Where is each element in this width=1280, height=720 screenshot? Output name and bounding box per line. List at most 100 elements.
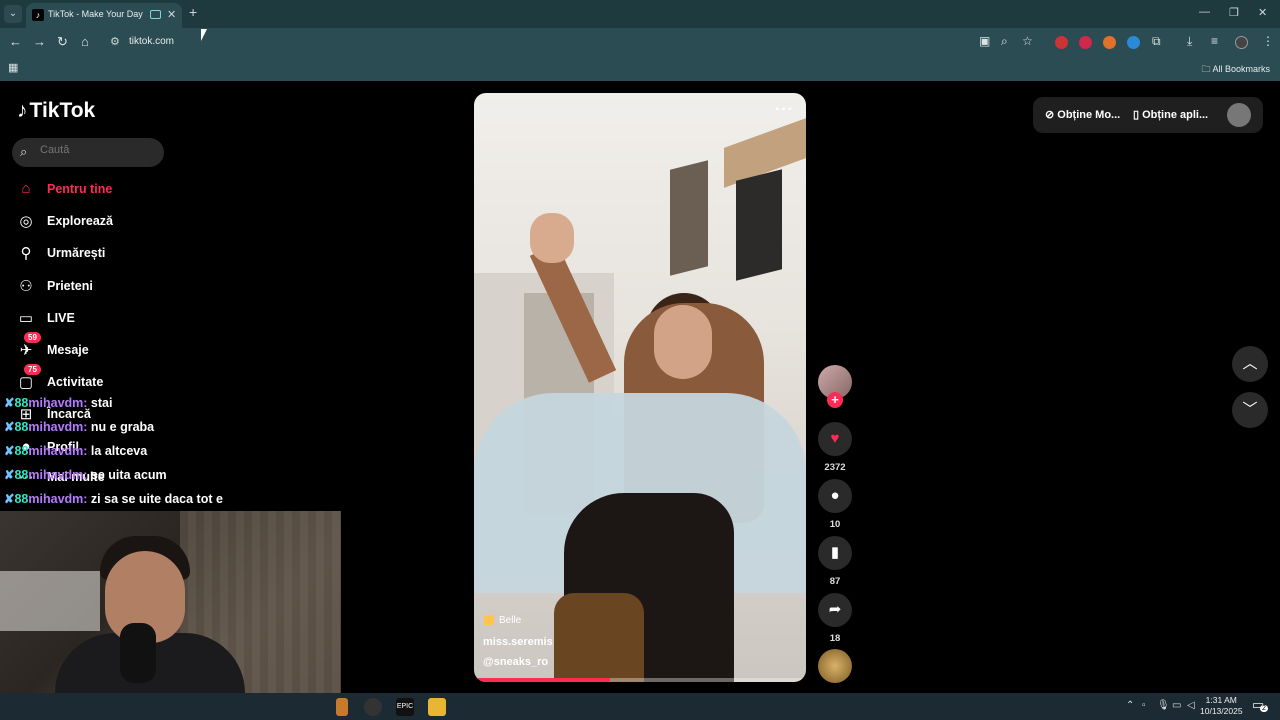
url-text[interactable]: tiktok.com <box>129 36 174 47</box>
search-icon: ⌕ <box>20 144 28 159</box>
tray-chevron-icon[interactable]: ⌃ <box>1126 700 1134 711</box>
media-playing-icon[interactable] <box>150 10 161 19</box>
zoom-icon[interactable]: ⌕ <box>1001 34 1008 49</box>
tray-app-icon[interactable]: ▫ <box>1142 700 1146 711</box>
extension-calendar-icon[interactable] <box>1055 36 1068 49</box>
tab-search-button[interactable]: ⌄ <box>4 5 22 23</box>
user-avatar[interactable] <box>1227 103 1251 127</box>
follow-plus-icon[interactable]: + <box>827 392 843 408</box>
heart-icon[interactable]: ♥ <box>818 422 852 456</box>
new-tab-button[interactable]: + <box>189 4 197 20</box>
microphone-icon[interactable]: 🎙 <box>1157 700 1170 711</box>
sidebar-item-friends[interactable]: ⚇ Prieteni <box>16 276 166 300</box>
site-info-icon[interactable]: ⚙ <box>110 35 120 48</box>
close-tab-icon[interactable]: ✕ <box>167 8 176 21</box>
compass-icon: ◎ <box>19 213 33 230</box>
get-app-bar: ⊘ Obține Mo... ▯ Obține apli... <box>1033 97 1263 133</box>
next-video-button[interactable]: ﹀ <box>1232 392 1268 428</box>
notification-center-icon[interactable]: ▭ 2 <box>1252 697 1268 713</box>
epic-games-icon[interactable]: EPIC <box>396 698 414 716</box>
effect-tag[interactable]: Belle <box>484 615 521 626</box>
windows-taskbar: EPIC ⌃ ▫ 🎙 ▭ ◁ 1:31 AM 10/13/2025 ▭ 2 <box>0 693 1280 720</box>
restore-button[interactable]: ❐ <box>1229 6 1239 19</box>
logo-text: TikTok <box>29 99 96 122</box>
like-action[interactable]: ♥ 2372 <box>818 422 852 473</box>
file-explorer-icon[interactable] <box>428 698 446 716</box>
more-options-icon[interactable]: ··· <box>775 101 794 119</box>
video-player[interactable]: ··· Belle miss.seremis @sneaks_ro <box>474 93 806 682</box>
network-icon[interactable]: ▭ <box>1172 700 1181 711</box>
taskbar-app-icon[interactable] <box>336 698 348 716</box>
apps-grid-icon[interactable]: ▦ <box>8 61 18 74</box>
chat-message: ✘88mihavdm: stai <box>4 395 112 415</box>
cast-icon[interactable]: ▣ <box>979 34 990 48</box>
get-coins-button[interactable]: ⊘ Obține Mo... <box>1045 108 1120 121</box>
close-window-button[interactable]: ✕ <box>1258 6 1267 19</box>
chat-message: ✘88mihavdm: zi sa se uite daca tot e <box>4 491 223 511</box>
comment-action[interactable]: ● 10 <box>818 479 852 530</box>
tiktok-logo[interactable]: ♪TikTok <box>17 99 95 123</box>
browser-toolbar: ← → ↻ ⌂ ⚙ tiktok.com ▣ ⌕ ☆ ⧉ ⤓ ≡ ⋮ <box>0 28 1280 56</box>
friends-icon: ⚇ <box>19 278 33 295</box>
menu-dots-icon[interactable]: ⋮ <box>1262 34 1274 48</box>
sidebar-item-label: LIVE <box>47 311 75 325</box>
sidebar-item-live[interactable]: ▭ LIVE <box>16 308 166 332</box>
media-controls-icon[interactable]: ≡ <box>1211 34 1218 48</box>
comment-icon[interactable]: ● <box>818 479 852 513</box>
sidebar-item-for-you[interactable]: ⌂ Pentru tine <box>16 179 166 203</box>
home-icon: ⌂ <box>21 180 31 197</box>
all-bookmarks[interactable]: 🗀 All Bookmarks <box>1201 62 1270 78</box>
video-caption[interactable]: @sneaks_ro <box>483 656 548 668</box>
sidebar-item-messages[interactable]: ✈ 59 Mesaje <box>16 332 166 364</box>
moderator-badge-icon: ✘ <box>4 396 15 410</box>
share-icon[interactable]: ➦ <box>818 593 852 627</box>
activity-badge: 75 <box>24 364 41 375</box>
chat-username: mihavdm: <box>28 396 88 410</box>
chat-text: stai <box>90 396 113 410</box>
bookmarks-bar: ▦ 🗀 All Bookmarks <box>0 56 1280 81</box>
profile-avatar-icon[interactable] <box>1235 36 1248 49</box>
clock-time: 1:31 AM <box>1205 695 1237 705</box>
bookmark-icon[interactable]: ▮ <box>818 536 852 570</box>
search-input[interactable] <box>40 144 150 156</box>
get-app-button[interactable]: ▯ Obține apli... <box>1133 108 1208 121</box>
save-action[interactable]: ▮ 87 <box>818 536 852 587</box>
taskbar-chrome-icon[interactable] <box>364 698 382 716</box>
chat-message: ✘88mihavdm: nu e graba <box>4 419 154 439</box>
bookmark-star-icon[interactable]: ☆ <box>1022 34 1033 48</box>
extension-blue-icon[interactable] <box>1127 36 1140 49</box>
video-username[interactable]: miss.seremis <box>483 636 553 648</box>
home-icon[interactable]: ⌂ <box>81 34 89 49</box>
search-box[interactable]: ⌕ <box>12 138 164 167</box>
effect-label: Belle <box>499 615 522 626</box>
browser-tab[interactable]: ♪ TikTok - Make Your Day ✕ <box>26 3 182 28</box>
forward-icon[interactable]: → <box>33 34 46 49</box>
sound-disc-icon[interactable] <box>818 649 852 683</box>
chat-text: zi sa se uite daca tot e <box>90 492 223 506</box>
previous-video-button[interactable]: ︿ <box>1232 346 1268 382</box>
system-clock[interactable]: 1:31 AM 10/13/2025 <box>1200 695 1243 717</box>
chat-text: se uita acum <box>90 468 167 482</box>
sidebar-item-following[interactable]: ⚲ Urmărești <box>16 243 166 267</box>
download-icon[interactable]: ⤓ <box>1187 34 1192 49</box>
microphone <box>120 623 156 683</box>
minimize-button[interactable]: — <box>1199 6 1210 18</box>
channel-badge-icon: 88 <box>14 492 29 506</box>
extension-orange-icon[interactable] <box>1103 36 1116 49</box>
chat-username: mihavdm: <box>28 444 88 458</box>
extension-abp-icon[interactable] <box>1079 36 1092 49</box>
reload-icon[interactable]: ↻ <box>57 34 68 50</box>
chat-text: la altceva <box>90 444 148 458</box>
video-progress-bar[interactable] <box>474 678 806 682</box>
moderator-badge-icon: ✘ <box>4 492 15 506</box>
sidebar-item-activity[interactable]: ▢ 75 Activitate <box>16 364 166 396</box>
back-icon[interactable]: ← <box>9 34 22 49</box>
messages-badge: 59 <box>24 332 41 343</box>
address-bar[interactable]: ⚙ tiktok.com <box>104 31 964 53</box>
sidebar-item-label: Urmărești <box>47 246 106 260</box>
volume-icon[interactable]: ◁ <box>1187 700 1195 711</box>
share-action[interactable]: ➦ 18 <box>818 593 852 644</box>
extensions-puzzle-icon[interactable]: ⧉ <box>1152 34 1161 49</box>
sidebar-item-explore[interactable]: ◎ Explorează <box>16 211 166 235</box>
tiktok-page: ♪TikTok ⌕ ⌂ Pentru tine ◎ Explorează ⚲ U… <box>0 81 1280 693</box>
